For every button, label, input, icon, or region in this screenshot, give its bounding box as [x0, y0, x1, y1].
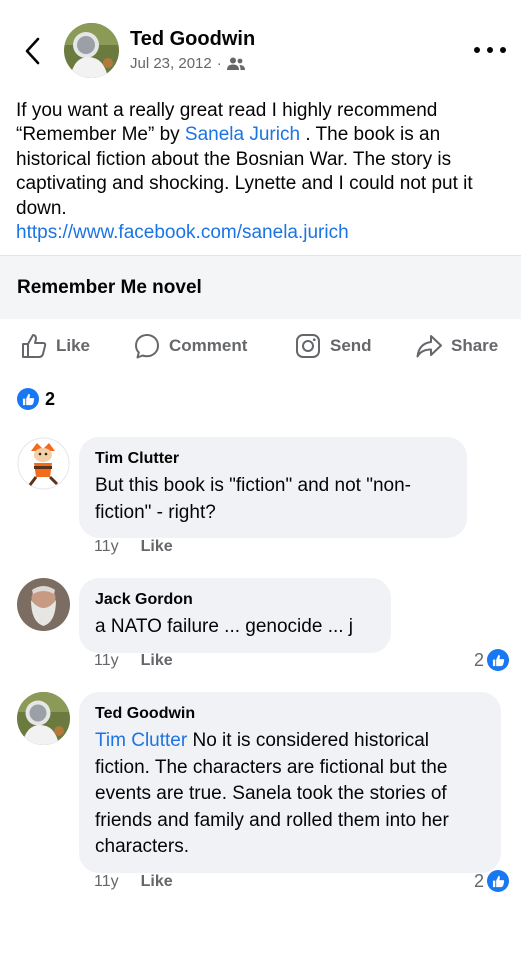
like-reaction-icon — [487, 870, 510, 892]
comment-bubble[interactable]: Jack Gordon a NATO failure ... genocide … — [79, 578, 391, 653]
more-options-button[interactable] — [474, 40, 506, 60]
comment-label: Comment — [169, 336, 248, 355]
like-button[interactable]: Like — [20, 332, 90, 360]
comment-meta: 11y Like — [94, 873, 173, 891]
share-button[interactable]: Share — [415, 332, 498, 360]
comment-age[interactable]: 11y — [94, 538, 119, 556]
reaction-count: 2 — [45, 388, 56, 409]
comment-mention[interactable]: Tim Clutter — [95, 730, 187, 751]
like-reaction-icon — [487, 649, 510, 671]
comment-bubble[interactable]: Tim Clutter But this book is "fiction" a… — [79, 437, 467, 538]
comment-bubble[interactable]: Ted Goodwin Tim Clutter No it is conside… — [79, 692, 501, 873]
chevron-left-icon — [25, 37, 40, 65]
meta-separator: · — [216, 55, 222, 72]
post-text: If you want a really great read I highly… — [16, 99, 508, 245]
commenter-name[interactable]: Jack Gordon — [95, 590, 375, 610]
comment-age[interactable]: 11y — [94, 652, 119, 670]
author-avatar[interactable] — [64, 23, 119, 78]
comment-reaction-count: 2 — [474, 870, 485, 891]
post-date[interactable]: Jul 23, 2012 — [130, 55, 212, 72]
like-reaction-icon — [17, 388, 39, 410]
comment-like-button[interactable]: Like — [141, 538, 173, 556]
send-button[interactable]: Send — [294, 332, 372, 360]
commenter-avatar[interactable] — [17, 437, 70, 490]
comment-reaction-count: 2 — [474, 649, 485, 670]
comment-text: Tim Clutter No it is considered historic… — [95, 728, 485, 861]
action-bar: Like Comment Send Share — [0, 320, 521, 372]
share-icon — [416, 335, 442, 358]
dot — [487, 47, 493, 53]
post-link[interactable]: https://www.facebook.com/sanela.jurich — [16, 222, 349, 243]
thumbs-up-icon — [22, 334, 47, 358]
like-label: Like — [56, 336, 91, 355]
send-label: Send — [330, 336, 372, 355]
post-meta: Jul 23, 2012 · — [130, 55, 245, 72]
comment-age[interactable]: 11y — [94, 873, 119, 891]
comment-meta: 11y Like — [94, 538, 173, 556]
comment-icon — [135, 334, 159, 359]
friends-icon — [226, 57, 245, 70]
comment-like-button[interactable]: Like — [141, 873, 173, 891]
dot — [500, 47, 506, 53]
share-label: Share — [451, 336, 499, 355]
back-button[interactable] — [18, 34, 46, 68]
post-header: Ted Goodwin Jul 23, 2012 · — [0, 0, 521, 90]
comment-reactions[interactable]: 2 — [474, 870, 510, 892]
comment-button[interactable]: Comment — [133, 332, 247, 360]
link-card-title: Remember Me novel — [17, 277, 202, 298]
commenter-avatar[interactable] — [17, 578, 70, 631]
post-mention[interactable]: Sanela Jurich — [185, 124, 300, 145]
dot — [474, 47, 480, 53]
instagram-icon — [296, 334, 320, 358]
comment-text: a NATO failure ... genocide ... j — [95, 616, 354, 637]
commenter-avatar[interactable] — [17, 692, 70, 745]
author-name[interactable]: Ted Goodwin — [130, 28, 255, 51]
link-preview-card[interactable]: Remember Me novel — [0, 255, 521, 319]
reactions-summary[interactable]: 2 — [17, 388, 55, 410]
comment-like-button[interactable]: Like — [141, 652, 173, 670]
comment-reactions[interactable]: 2 — [474, 649, 510, 671]
comment-meta: 11y Like — [94, 652, 173, 670]
commenter-name[interactable]: Tim Clutter — [95, 449, 451, 469]
commenter-name[interactable]: Ted Goodwin — [95, 704, 485, 724]
comment-text: But this book is "fiction" and not "non-… — [95, 475, 411, 523]
